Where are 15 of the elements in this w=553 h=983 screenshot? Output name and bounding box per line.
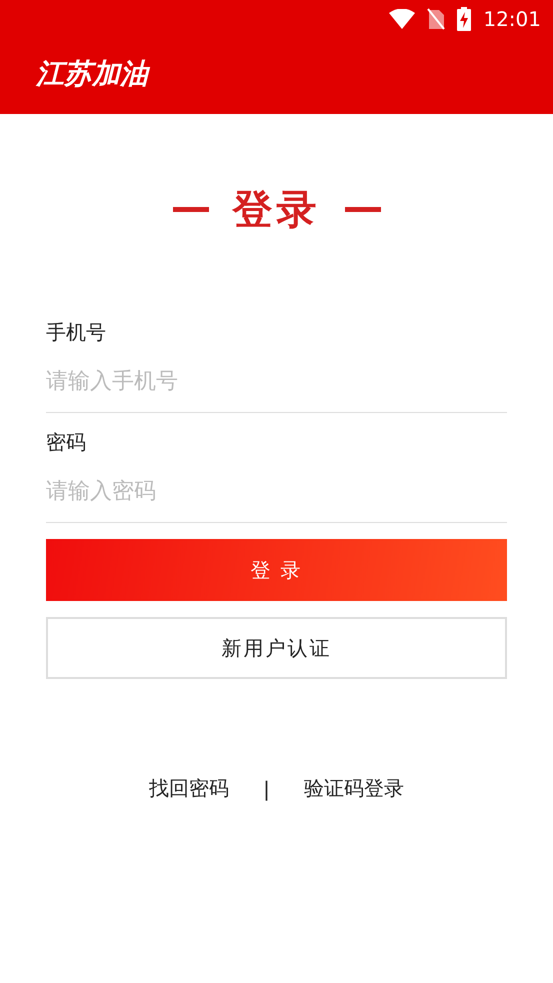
status-time: 12:01: [483, 7, 541, 31]
input-field[interactable]: 请输入手机号: [46, 356, 507, 413]
field-label: 密码: [46, 429, 87, 456]
link[interactable]: 验证码登录: [304, 775, 404, 802]
separator: |: [263, 776, 270, 800]
app-title: 江苏加油: [36, 55, 148, 93]
link[interactable]: 找回密码: [149, 775, 230, 802]
page-title: 登录: [232, 186, 320, 235]
field-label: 手机号: [46, 319, 107, 346]
wifi-icon: [389, 9, 416, 29]
register-button[interactable]: 新用户认证: [46, 617, 507, 679]
input-field[interactable]: 请输入密码: [46, 466, 507, 523]
battery-charging-icon: [457, 7, 472, 31]
login-button[interactable]: 登 录: [46, 539, 507, 601]
no-sim-icon: [427, 8, 446, 30]
